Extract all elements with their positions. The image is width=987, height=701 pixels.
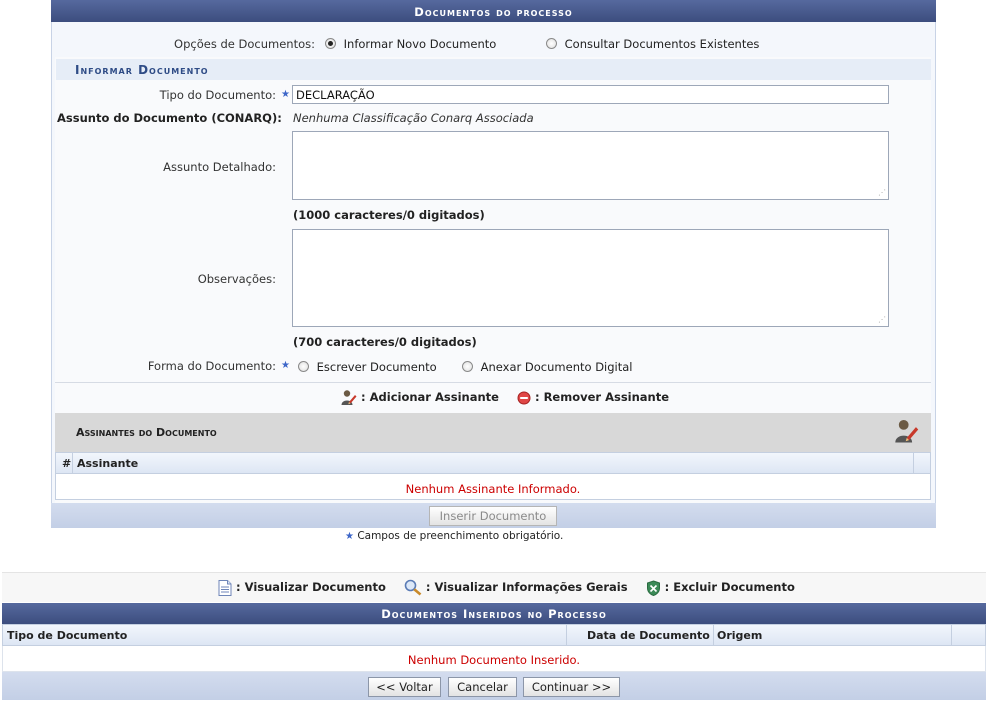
documents-table-header: Tipo de Documento Data de Documento Orig… — [2, 624, 986, 646]
resize-grip-icon[interactable]: ⋰ — [878, 316, 886, 324]
option-existing-label: Consultar Documentos Existentes — [564, 37, 760, 51]
legend-delete-document: : Excluir Documento — [664, 580, 795, 594]
observacoes-label: Observações: — [197, 272, 276, 286]
continue-button[interactable]: Continuar >> — [523, 677, 620, 697]
col-tipo-documento: Tipo de Documento — [7, 629, 128, 642]
option-existing-radio[interactable] — [546, 38, 557, 49]
assunto-conarq-label: Assunto do Documento (CONARQ): — [57, 111, 282, 125]
col-divider — [713, 625, 714, 646]
cancel-button[interactable]: Cancelar — [448, 677, 517, 697]
legend-remove-signer: : Remover Assinante — [534, 390, 670, 404]
tipo-documento-label: Tipo do Documento: — [159, 88, 276, 102]
observacoes-counter: (700 caracteres/0 digitados) — [293, 335, 477, 349]
legend-view-document: : Visualizar Documento — [236, 580, 386, 594]
section-informar-documento: Informar Documento — [56, 59, 931, 80]
remove-signer-icon — [517, 391, 531, 404]
add-signer-icon[interactable] — [893, 418, 919, 444]
col-data-documento: Data de Documento — [587, 629, 710, 642]
option-new-label: Informar Novo Documento — [343, 37, 497, 51]
legend-view-info: : Visualizar Informações Gerais — [425, 580, 628, 594]
tipo-documento-input[interactable] — [292, 85, 889, 104]
col-origem: Origem — [717, 629, 763, 642]
back-button[interactable]: << Voltar — [368, 677, 441, 697]
assunto-conarq-value: Nenhuma Classificação Conarq Associada — [293, 111, 534, 125]
signer-legend: : Adicionar Assinante : Remover Assinant… — [340, 389, 669, 406]
divider — [55, 382, 931, 383]
forma-anexar-option[interactable]: Anexar Documento Digital — [462, 360, 633, 374]
col-divider — [566, 625, 567, 646]
assunto-counter: (1000 caracteres/0 digitados) — [293, 208, 485, 222]
legend-add-signer: : Adicionar Assinante — [361, 390, 499, 404]
required-note-text: Campos de preenchimento obrigatório. — [357, 530, 564, 542]
col-number: # — [62, 457, 72, 470]
insert-document-button[interactable]: Inserir Documento — [429, 506, 557, 526]
delete-document-icon — [646, 579, 660, 596]
col-divider — [72, 453, 73, 474]
inserted-documents-title: Documentos Inseridos no Processo — [2, 603, 986, 624]
documents-table-body: Nenhum Documento Inserido. — [2, 646, 986, 672]
option-new-document[interactable]: Informar Novo Documento — [325, 37, 496, 51]
col-signer: Assinante — [77, 457, 139, 470]
signers-empty-message: Nenhum Assinante Informado. — [405, 482, 581, 496]
observacoes-textarea[interactable]: ⋰ — [292, 229, 889, 327]
col-divider — [913, 453, 914, 474]
option-new-radio[interactable] — [325, 38, 336, 49]
required-star-icon: ★ — [345, 531, 354, 542]
add-signer-icon — [341, 390, 357, 405]
signers-table: # Assinante Nenhum Assinante Informado. — [55, 452, 931, 500]
required-star-icon: ★ — [281, 89, 290, 100]
forma-escrever-radio[interactable] — [298, 361, 309, 372]
documents-legend-row: : Visualizar Documento : Visualizar Info… — [218, 579, 795, 596]
documents-empty-message: Nenhum Documento Inserido. — [407, 653, 581, 667]
panel-title: Documentos do processo — [51, 0, 936, 22]
magnifier-icon — [404, 579, 422, 596]
col-divider — [951, 625, 952, 646]
resize-grip-icon[interactable]: ⋰ — [878, 189, 886, 197]
forma-documento-label: Forma do Documento: — [147, 359, 276, 373]
document-options-label: Opções de Documentos: — [174, 37, 315, 51]
view-document-icon — [218, 579, 232, 596]
signers-header: Assinantes do Documento — [55, 413, 931, 452]
forma-escrever-label: Escrever Documento — [316, 360, 437, 374]
assunto-detalhado-label: Assunto Detalhado: — [163, 160, 276, 174]
forma-anexar-label: Anexar Documento Digital — [480, 360, 633, 374]
assunto-detalhado-textarea[interactable]: ⋰ — [292, 131, 889, 200]
required-note: ★ Campos de preenchimento obrigatório. — [345, 530, 563, 542]
forma-anexar-radio[interactable] — [462, 361, 473, 372]
option-existing-documents[interactable]: Consultar Documentos Existentes — [546, 37, 759, 51]
signers-table-header: # Assinante — [56, 453, 930, 474]
required-star-icon: ★ — [281, 360, 290, 371]
forma-escrever-option[interactable]: Escrever Documento — [298, 360, 437, 374]
